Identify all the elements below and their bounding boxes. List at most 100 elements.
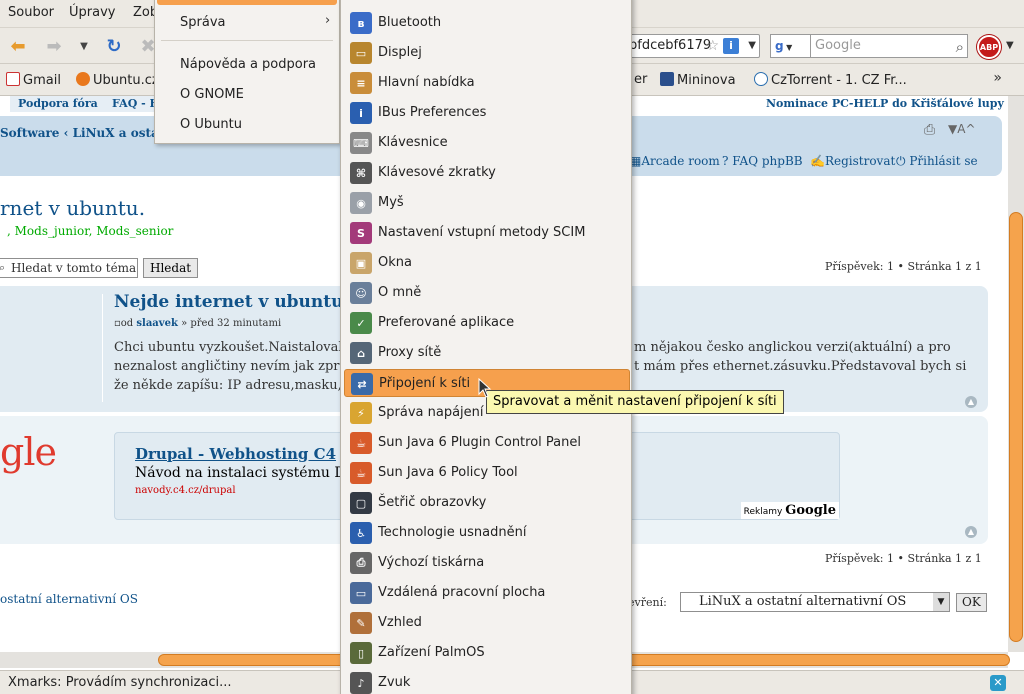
reload-button[interactable]: ↻ <box>102 34 126 58</box>
menu-item-appearance[interactable]: ✎ Vzhled <box>344 609 630 637</box>
xmarks-icon[interactable]: ✕ <box>990 675 1006 691</box>
topic-title[interactable]: rnet v ubuntu. <box>0 196 145 220</box>
breadcrumb[interactable]: Software ‹ LiNuX a ostatní <box>0 126 178 140</box>
post-body-line3: že někde zapíšu: IP adresu,masku, <box>114 378 342 393</box>
post-body-line2-right: t mám přes ethernet.zásuvku.Představoval… <box>634 359 967 374</box>
menu-item-about-gnome[interactable]: O GNOME <box>180 87 244 102</box>
menu-item-label: Sun Java 6 Plugin Control Panel <box>378 435 581 450</box>
sound-icon: ♪ <box>350 672 372 694</box>
url-bar[interactable]: bfdcebf6179 ☆ i ▼ <box>628 34 760 58</box>
search-icon: ⌕ <box>0 259 5 277</box>
adblock-dropdown-icon[interactable]: ▼ <box>1006 40 1014 51</box>
menu-item-java-policy[interactable]: ☕ Sun Java 6 Policy Tool <box>344 459 630 487</box>
post-icon: ▫ <box>114 318 121 329</box>
menu-item-accessibility[interactable]: ♿ Technologie usnadnění <box>344 519 630 547</box>
ad-url[interactable]: navody.c4.cz/drupal <box>135 485 236 496</box>
back-to-top-icon[interactable]: ▲ <box>965 396 977 408</box>
menu-item-help[interactable]: Nápověda a podpora <box>180 57 316 72</box>
search-placeholder: Google <box>815 38 861 53</box>
return-to-forum-link[interactable]: ostatní alternativní OS <box>0 592 138 606</box>
vertical-scroll-thumb[interactable] <box>1009 212 1023 642</box>
jump-to-label: evření: <box>628 596 667 609</box>
menu-item-main-menu[interactable]: ≡ Hlavní nabídka <box>344 69 630 97</box>
register-link[interactable]: ✍Registrovat <box>810 154 895 168</box>
system-menu: Správa › Nápověda a podpora O GNOME O Ub… <box>154 0 340 144</box>
topic-search-input[interactable]: ⌕Hledat v tomto téma <box>0 258 138 278</box>
jump-to-select[interactable]: LiNuX a ostatní alternativní OS ▼ <box>680 592 950 612</box>
menu-item-ibus[interactable]: i IBus Preferences <box>344 99 630 127</box>
search-engine-selector[interactable]: g ▼ <box>770 34 810 58</box>
more-bookmarks-icon[interactable]: » <box>993 70 1002 86</box>
menu-item-shortcuts[interactable]: ⌘ Klávesové zkratky <box>344 159 630 187</box>
menu-item-about-ubuntu[interactable]: O Ubuntu <box>180 117 242 132</box>
menu-item-screensaver[interactable]: ▢ Šetřič obrazovky <box>344 489 630 517</box>
nominace-link[interactable]: Nominace PC-HELP do Křišťálové lupy <box>766 97 1004 110</box>
menu-item-mouse[interactable]: ◉ Myš <box>344 189 630 217</box>
menu-item-bluetooth[interactable]: ʙ Bluetooth <box>344 9 630 37</box>
search-input[interactable]: Google ⌕ <box>810 34 968 58</box>
preferred-apps-icon: ✓ <box>350 312 372 334</box>
menu-edit[interactable]: Úpravy <box>69 5 115 20</box>
highlighted-preferences-item[interactable] <box>157 0 337 5</box>
chevron-down-icon: ▼ <box>80 40 88 52</box>
menu-item-label: Klávesové zkratky <box>378 165 496 180</box>
menu-item-remote-desktop[interactable]: ▭ Vzdálená pracovní plocha <box>344 579 630 607</box>
arcade-room-link[interactable]: ▦Arcade room <box>630 154 720 168</box>
menu-item-java-plugin[interactable]: ☕ Sun Java 6 Plugin Control Panel <box>344 429 630 457</box>
history-dropdown-button[interactable]: ▼ <box>72 34 96 58</box>
forward-button[interactable]: ➡ <box>42 34 66 58</box>
login-link[interactable]: ⏻ Přihlásit se <box>896 154 978 169</box>
font-size-toggle[interactable]: ▼A^ <box>948 122 976 136</box>
menu-item-display[interactable]: ▭ Displej <box>344 39 630 67</box>
menu-item-sprava[interactable]: Správa <box>180 15 225 30</box>
site-info-icon[interactable]: i <box>723 38 739 54</box>
back-button[interactable]: ⬅ <box>6 34 30 58</box>
menu-item-label: Výchozí tiskárna <box>378 555 485 570</box>
menu-item-scim[interactable]: S Nastavení vstupní metody SCIM <box>344 219 630 247</box>
bookmark-cztorrent[interactable]: CzTorrent - 1. CZ Fr... <box>754 72 907 88</box>
menu-item-sound[interactable]: ♪ Zvuk <box>344 669 630 694</box>
adblock-icon[interactable]: ABP <box>977 35 1001 59</box>
accessibility-icon: ♿ <box>350 522 372 544</box>
menu-item-label: Technologie usnadnění <box>378 525 527 540</box>
menu-item-keyboard[interactable]: ⌨ Klávesnice <box>344 129 630 157</box>
status-text: Xmarks: Provádím synchronizaci... <box>8 675 232 690</box>
url-dropdown-icon[interactable]: ▼ <box>748 35 756 57</box>
bookmark-mininova[interactable]: Mininova <box>660 72 736 88</box>
menu-item-label: Připojení k síti <box>379 376 471 391</box>
menu-file[interactable]: Soubor <box>8 5 54 20</box>
bookmark-gmail[interactable]: Gmail <box>6 72 61 88</box>
post-body-line1-left: Chci ubuntu vyzkoušet.Naistaloval <box>114 340 343 355</box>
url-text: bfdcebf6179 <box>629 38 712 53</box>
menu-item-label: O mně <box>378 285 422 300</box>
post-divider <box>102 294 103 402</box>
vertical-scrollbar[interactable] <box>1008 96 1024 652</box>
ads-by-google[interactable]: Reklamy Google <box>740 502 839 519</box>
forum-support-link[interactable]: Podpora fóra <box>10 96 107 112</box>
bookmark-partial[interactable]: er <box>634 72 647 87</box>
post-author[interactable]: slaavek <box>136 318 178 329</box>
ad-title-link[interactable]: Drupal - Webhosting C4 <box>135 445 336 463</box>
menu-item-label: Preferované aplikace <box>378 315 515 330</box>
topic-search-button[interactable]: Hledat <box>143 258 199 278</box>
menu-item-proxy[interactable]: ⌂ Proxy sítě <box>344 339 630 367</box>
post-title[interactable]: Nejde internet v ubuntu <box>114 292 344 312</box>
mouse-icon: ◉ <box>350 192 372 214</box>
menu-item-palmos[interactable]: ▯ Zařízení PalmOS <box>344 639 630 667</box>
back-to-top-icon[interactable]: ▲ <box>965 526 977 538</box>
menu-item-label: Sun Java 6 Policy Tool <box>378 465 518 480</box>
menu-item-printer[interactable]: ⎙ Výchozí tiskárna <box>344 549 630 577</box>
bookmark-star-icon[interactable]: ☆ <box>706 35 719 57</box>
faq-phpbb-link[interactable]: ? FAQ phpBB <box>722 154 803 168</box>
menu-item-preferred-apps[interactable]: ✓ Preferované aplikace <box>344 309 630 337</box>
menu-item-windows[interactable]: ▣ Okna <box>344 249 630 277</box>
menu-separator <box>161 40 333 41</box>
search-icon[interactable]: ⌕ <box>956 36 964 58</box>
menu-item-label: Vzhled <box>378 615 422 630</box>
jump-ok-button[interactable]: OK <box>956 593 987 612</box>
menu-item-label: IBus Preferences <box>378 105 487 120</box>
print-icon[interactable]: ⎙ <box>924 122 935 138</box>
menu-item-about-me[interactable]: ☺ O mně <box>344 279 630 307</box>
bookmark-ubuntu[interactable]: Ubuntu.cz <box>76 72 159 88</box>
power-icon: ⚡ <box>350 402 372 424</box>
